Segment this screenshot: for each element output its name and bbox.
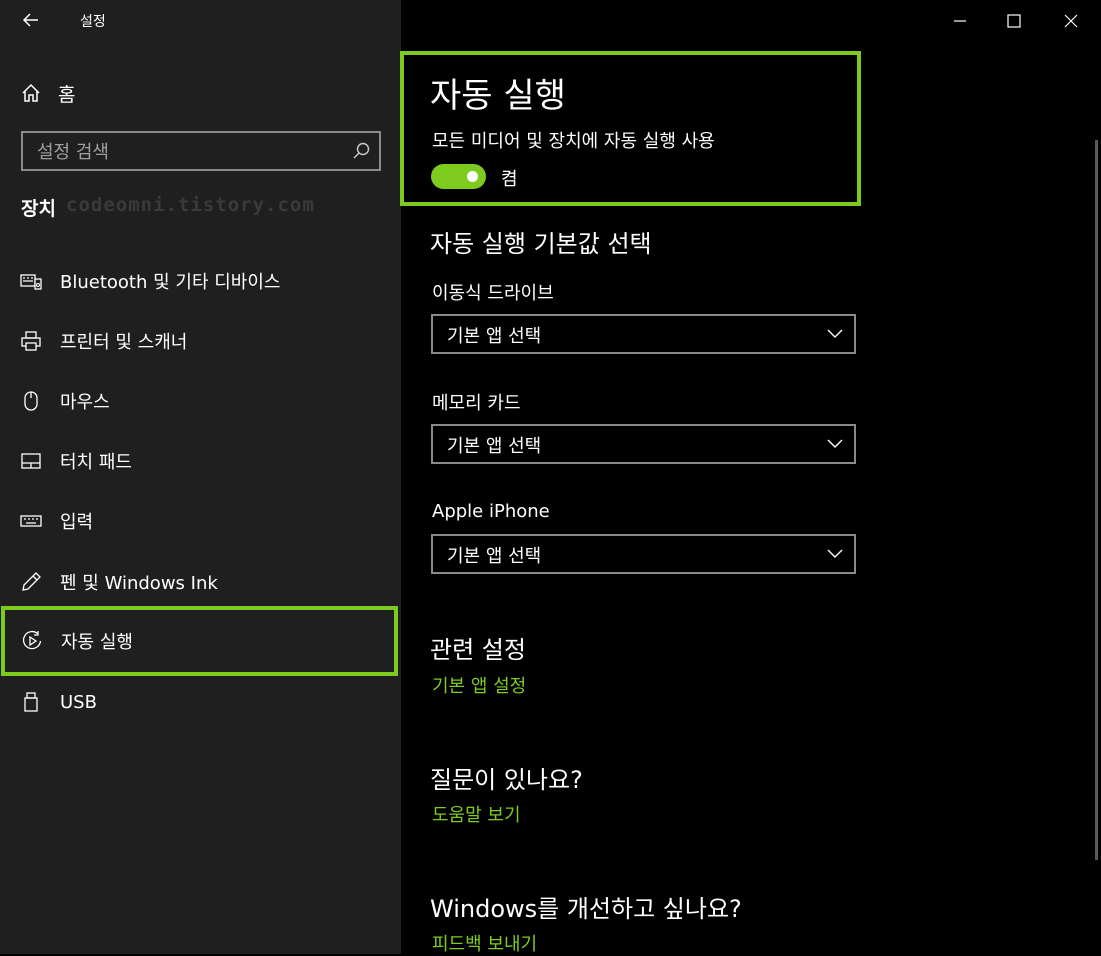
watermark: codeomni.tistory.com [66, 194, 315, 216]
apple-iphone-dropdown[interactable]: 기본 앱 선택 [431, 534, 856, 574]
sidebar-item-printers[interactable]: 프린터 및 스캐너 [0, 311, 401, 371]
printer-icon [21, 331, 41, 351]
dropdown-value: 기본 앱 선택 [447, 546, 542, 567]
minimize-icon[interactable] [949, 10, 971, 32]
chevron-down-icon [827, 329, 843, 338]
sidebar-item-label: 터치 패드 [60, 452, 132, 473]
app-title: 설정 [80, 14, 106, 30]
autoplay-toggle[interactable] [431, 164, 486, 189]
maximize-icon[interactable] [1003, 10, 1025, 32]
home-icon [22, 83, 40, 102]
sidebar-item-touchpad[interactable]: 터치 패드 [0, 431, 401, 491]
apple-iphone-label: Apple iPhone [432, 501, 550, 522]
mouse-icon [24, 391, 38, 411]
back-arrow-icon[interactable] [20, 9, 42, 31]
default-apps-link[interactable]: 기본 앱 설정 [432, 672, 526, 698]
sidebar-item-label: USB [60, 691, 97, 713]
section-heading: 장치 [21, 198, 56, 220]
give-feedback-link[interactable]: 피드백 보내기 [432, 930, 537, 956]
sidebar-item-label: 자동 실행 [61, 632, 133, 653]
pen-icon [22, 572, 41, 591]
sidebar-item-pen[interactable]: 펜 및 Windows Ink [0, 552, 401, 612]
sidebar-item-label: 프린터 및 스캐너 [60, 332, 188, 353]
search-input[interactable] [23, 133, 359, 171]
nav-home[interactable]: 홈 [20, 78, 380, 108]
get-help-link[interactable]: 도움말 보기 [432, 801, 521, 827]
memory-card-label: 메모리 카드 [432, 393, 521, 414]
search-box[interactable] [21, 131, 381, 171]
related-settings-title: 관련 설정 [430, 636, 526, 664]
sidebar-item-bluetooth[interactable]: Bluetooth 및 기타 디바이스 [0, 251, 401, 311]
page-title: 자동 실행 [430, 76, 566, 116]
sidebar-item-label: 펜 및 Windows Ink [60, 573, 218, 594]
removable-drive-label: 이동식 드라이브 [432, 283, 554, 304]
memory-card-dropdown[interactable]: 기본 앱 선택 [431, 424, 856, 464]
toggle-knob [467, 171, 478, 182]
sidebar-item-mouse[interactable]: 마우스 [0, 371, 401, 431]
close-icon[interactable] [1060, 10, 1082, 32]
help-title: 질문이 있나요? [430, 766, 583, 794]
toggle-state-label: 켬 [501, 169, 518, 190]
dropdown-value: 기본 앱 선택 [447, 326, 542, 347]
autoplay-icon [22, 630, 42, 650]
search-icon[interactable] [351, 141, 371, 161]
defaults-title: 자동 실행 기본값 선택 [430, 230, 652, 258]
scrollbar[interactable] [1095, 140, 1098, 860]
autoplay-toggle-label: 모든 미디어 및 장치에 자동 실행 사용 [432, 131, 715, 152]
removable-drive-dropdown[interactable]: 기본 앱 선택 [431, 314, 856, 354]
sidebar-item-label: 마우스 [60, 392, 110, 413]
chevron-down-icon [827, 549, 843, 558]
sidebar-item-label: Bluetooth 및 기타 디바이스 [60, 272, 281, 293]
usb-icon [24, 692, 38, 712]
touchpad-icon [21, 453, 41, 469]
bluetooth-devices-icon [20, 274, 42, 290]
dropdown-value: 기본 앱 선택 [447, 436, 542, 457]
keyboard-icon [20, 515, 42, 527]
chevron-down-icon [827, 439, 843, 448]
sidebar-item-autoplay[interactable]: 자동 실행 [1, 606, 398, 676]
nav-home-label: 홈 [58, 83, 76, 106]
sidebar-item-label: 입력 [60, 512, 94, 533]
sidebar-item-typing[interactable]: 입력 [0, 491, 401, 551]
sidebar: 설정 홈 장치 codeomni.tistory.com Bluetooth 및… [0, 0, 401, 954]
sidebar-item-usb[interactable]: USB [0, 672, 401, 732]
feedback-title: Windows를 개선하고 싶나요? [430, 895, 742, 923]
